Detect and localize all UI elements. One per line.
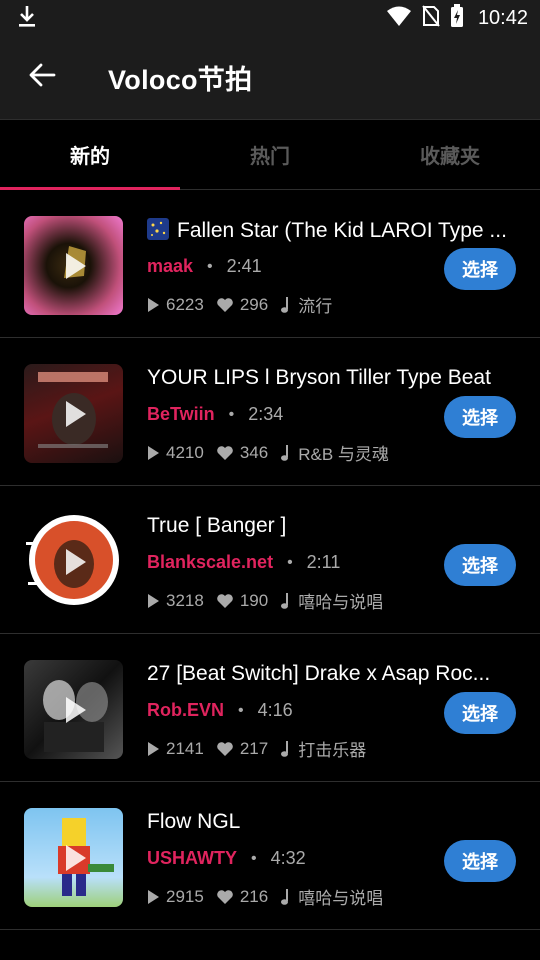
beat-title: Fallen Star (The Kid LAROI Type ...	[147, 218, 519, 243]
heart-icon	[217, 445, 233, 460]
heart-icon	[217, 741, 233, 756]
duration: 2:41	[226, 256, 262, 276]
back-button[interactable]	[0, 36, 84, 120]
beat-artwork[interactable]	[24, 660, 123, 759]
beat-meta: Rob.EVN • 4:16	[147, 700, 293, 721]
beat-list: Fallen Star (The Kid LAROI Type ... maak…	[0, 190, 540, 930]
page-title: Voloco节拍	[108, 65, 253, 95]
duration: 2:34	[248, 404, 284, 424]
artist-name[interactable]: Rob.EVN	[147, 700, 224, 721]
music-note-icon	[281, 888, 289, 905]
status-time: 10:42	[477, 6, 528, 29]
beat-stats: 4210 346 R&B 与灵魂	[147, 440, 401, 465]
play-icon	[65, 252, 86, 279]
play-icon	[65, 548, 86, 575]
tab-favorites[interactable]: 收藏夹	[360, 120, 540, 189]
select-button[interactable]: 选择	[444, 248, 516, 290]
play-count: 2915	[166, 886, 204, 906]
wifi-icon	[386, 5, 412, 32]
artist-name[interactable]: BeTwiin	[147, 404, 215, 425]
genre: R&B 与灵魂	[298, 445, 389, 464]
beat-row[interactable]: 27 [Beat Switch] Drake x Asap Roc... Rob…	[0, 634, 540, 782]
select-button[interactable]: 选择	[444, 396, 516, 438]
beat-stats: 6223 296 流行	[147, 292, 344, 317]
genre: 嘻哈与说唱	[298, 593, 384, 612]
tab-bar: 新的 热门 收藏夹	[0, 120, 540, 190]
beat-title: Flow NGL	[147, 810, 241, 833]
beat-meta: BeTwiin • 2:34	[147, 404, 284, 425]
play-count: 2141	[166, 738, 204, 758]
play-count: 3218	[166, 590, 204, 610]
beat-row[interactable]: Fallen Star (The Kid LAROI Type ... maak…	[0, 190, 540, 338]
play-icon	[65, 844, 86, 871]
beat-meta: Blankscale.net • 2:11	[147, 552, 341, 573]
play-count-icon	[148, 297, 159, 312]
download-icon	[16, 4, 38, 33]
play-icon	[65, 400, 86, 427]
beat-meta: maak • 2:41	[147, 256, 262, 277]
genre: 嘻哈与说唱	[298, 889, 384, 908]
duration: 4:32	[270, 848, 306, 868]
beat-title: YOUR LIPS l Bryson Tiller Type Beat	[147, 366, 491, 389]
select-button[interactable]: 选择	[444, 544, 516, 586]
beat-stats: 2915 216 嘻哈与说唱	[147, 884, 395, 909]
play-count-icon	[148, 741, 159, 756]
duration: 2:11	[306, 552, 341, 572]
beat-stats: 3218 190 嘻哈与说唱	[147, 588, 395, 613]
play-count-icon	[148, 889, 159, 904]
beat-title: True [ Banger ]	[147, 514, 287, 537]
play-count-icon	[148, 445, 159, 460]
battery-charging-icon	[450, 3, 464, 33]
play-icon	[65, 696, 86, 723]
beat-meta: USHAWTY • 4:32	[147, 848, 306, 869]
select-button[interactable]: 选择	[444, 692, 516, 734]
artist-name[interactable]: maak	[147, 256, 193, 277]
beat-artwork[interactable]	[24, 364, 123, 463]
heart-icon	[217, 889, 233, 904]
play-count-icon	[148, 593, 159, 608]
beat-artwork[interactable]	[24, 216, 123, 315]
tab-popular[interactable]: 热门	[180, 120, 360, 189]
music-note-icon	[281, 740, 289, 757]
music-note-icon	[281, 444, 289, 461]
genre: 打击乐器	[298, 741, 367, 760]
status-bar: 10:42	[0, 0, 540, 36]
duration: 4:16	[257, 700, 293, 720]
genre: 流行	[298, 297, 333, 316]
arrow-left-icon	[28, 62, 56, 93]
beat-row[interactable]: YOUR LIPS l Bryson Tiller Type Beat BeTw…	[0, 338, 540, 486]
select-button[interactable]: 选择	[444, 840, 516, 882]
beat-title: 27 [Beat Switch] Drake x Asap Roc...	[147, 662, 491, 685]
star-emoji-icon	[147, 218, 169, 240]
like-count: 217	[239, 738, 269, 758]
artist-name[interactable]: Blankscale.net	[147, 552, 273, 573]
beat-stats: 2141 217 打击乐器	[147, 736, 378, 761]
beat-artwork[interactable]	[24, 512, 123, 611]
music-note-icon	[281, 296, 289, 313]
artist-name[interactable]: USHAWTY	[147, 848, 237, 869]
beat-row[interactable]: True [ Banger ] Blankscale.net • 2:11 32…	[0, 486, 540, 634]
heart-icon	[217, 593, 233, 608]
like-count: 346	[239, 442, 269, 462]
play-count: 6223	[166, 294, 204, 314]
app-bar: Voloco节拍	[0, 36, 540, 120]
like-count: 296	[239, 294, 269, 314]
like-count: 216	[239, 886, 269, 906]
music-note-icon	[281, 592, 289, 609]
like-count: 190	[239, 590, 269, 610]
play-count: 4210	[166, 442, 204, 462]
heart-icon	[217, 297, 233, 312]
beat-artwork[interactable]	[24, 808, 123, 907]
tab-new[interactable]: 新的	[0, 120, 180, 190]
no-sim-icon	[422, 4, 440, 32]
beat-row[interactable]: Flow NGL USHAWTY • 4:32 2915 216 嘻哈与说唱 选…	[0, 782, 540, 930]
